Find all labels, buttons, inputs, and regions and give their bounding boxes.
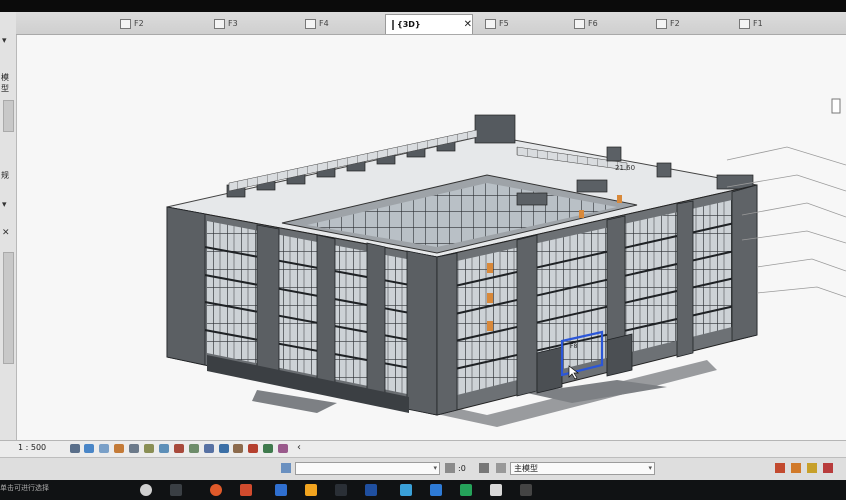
search-icon[interactable] <box>140 484 152 496</box>
monitor-bezel <box>0 0 846 12</box>
select-links-icon[interactable] <box>775 463 785 473</box>
panel-label-rule: 规 <box>1 171 9 180</box>
tab-label: {3D} <box>397 20 421 29</box>
model-label: 主模型 <box>514 464 538 473</box>
app-icon[interactable] <box>520 484 532 496</box>
collapse-chevron-icon[interactable]: ‹ <box>297 442 301 453</box>
close-tab-icon[interactable]: ✕ <box>464 19 472 30</box>
tab-label: F1 <box>753 19 763 28</box>
app-icon[interactable] <box>335 484 347 496</box>
task-view-icon[interactable] <box>170 484 182 496</box>
status-hint: 单击可进行选择 <box>0 484 49 492</box>
building-3d-model[interactable]: 21.60 F8 <box>17 35 846 440</box>
analytical-icon[interactable] <box>248 444 258 453</box>
shadow-icon[interactable] <box>114 444 124 453</box>
select-face-icon[interactable] <box>823 463 833 473</box>
app-screen: ▾ 模型 规 ▾ ✕ F2 F3 F4 {3D} ✕ F5 F6 F2 F1 2… <box>0 0 846 500</box>
select-pinned-icon[interactable] <box>807 463 817 473</box>
app-icon[interactable] <box>240 484 252 496</box>
folder-icon[interactable] <box>305 484 317 496</box>
tab-3d[interactable]: {3D} ✕ <box>385 14 473 34</box>
tab-label: F5 <box>499 19 509 28</box>
tab-view-icon <box>214 18 225 29</box>
filter-icon[interactable] <box>445 463 455 473</box>
app-icon[interactable] <box>275 484 287 496</box>
tab-view-icon <box>739 18 750 29</box>
detail-level-icon[interactable] <box>70 444 80 453</box>
view-tab-bar: F2 F3 F4 {3D} ✕ F5 F6 F2 F1 <box>16 12 846 35</box>
app-icon[interactable] <box>460 484 472 496</box>
tab-view-icon <box>485 18 496 29</box>
render-icon[interactable] <box>129 444 139 453</box>
app-icon[interactable] <box>400 484 412 496</box>
show-crop-icon[interactable] <box>159 444 169 453</box>
tab-f2[interactable]: F2 <box>114 15 194 32</box>
tab-f2-b[interactable]: F2 <box>650 15 730 32</box>
tab-view-icon <box>120 18 131 29</box>
tab-label: F2 <box>134 19 144 28</box>
unlock-icon[interactable] <box>174 444 184 453</box>
tab-view-icon <box>574 18 585 29</box>
view-scale[interactable]: 1 : 500 <box>18 443 46 452</box>
location-icon[interactable] <box>219 444 229 453</box>
exclusion-icon[interactable] <box>496 463 506 473</box>
temp-hide-icon[interactable] <box>189 444 199 453</box>
tab-view-icon <box>656 18 667 29</box>
tab-label: F2 <box>670 19 680 28</box>
chrome-icon[interactable] <box>210 484 222 496</box>
crop-icon[interactable] <box>144 444 154 453</box>
app-icon[interactable] <box>365 484 377 496</box>
panel-scrollbar-2[interactable] <box>3 252 14 364</box>
panel-scrollbar[interactable] <box>3 100 14 132</box>
properties-palette-edge: ▾ 模型 规 ▾ ✕ <box>0 12 17 440</box>
highlight-icon[interactable] <box>263 444 273 453</box>
panel-arrow[interactable]: ▾ <box>2 36 7 46</box>
tab-f1[interactable]: F1 <box>733 15 813 32</box>
tab-f5[interactable]: F5 <box>479 15 559 32</box>
app-icon[interactable] <box>490 484 502 496</box>
worksharing-icon[interactable] <box>233 444 243 453</box>
worksets-icon[interactable] <box>281 463 291 473</box>
panel-arrow-2[interactable]: ▾ <box>2 200 7 210</box>
tab-label: F3 <box>228 19 238 28</box>
revit-icon[interactable] <box>430 484 442 496</box>
selection-combo[interactable]: ▾ <box>295 462 440 475</box>
chevron-down-icon: ▾ <box>648 464 652 472</box>
panel-close-icon[interactable]: ✕ <box>2 228 10 238</box>
view-control-bar: 1 : 500 ‹ <box>0 440 846 457</box>
sun-path-icon[interactable] <box>99 444 109 453</box>
tab-f6[interactable]: F6 <box>568 15 648 32</box>
select-underlay-icon[interactable] <box>791 463 801 473</box>
chevron-down-icon: ▾ <box>433 464 437 472</box>
reveal-icon[interactable] <box>204 444 214 453</box>
element-tag: F8 <box>570 343 577 350</box>
visual-style-icon[interactable] <box>84 444 94 453</box>
os-taskbar: 单击可进行选择 <box>0 480 846 500</box>
tab-f3[interactable]: F3 <box>208 15 288 32</box>
status-bar: ▾ :0 主模型 ▾ <box>0 457 846 480</box>
constraints-icon[interactable] <box>278 444 288 453</box>
filter-count: :0 <box>458 464 466 473</box>
roof-annotation: 21.60 <box>615 164 635 172</box>
design-options-icon[interactable] <box>479 463 489 473</box>
tab-f4[interactable]: F4 <box>299 15 379 32</box>
panel-label-model: 模型 <box>1 73 9 93</box>
tab-label: F6 <box>588 19 598 28</box>
tab-label: F4 <box>319 19 329 28</box>
tab-view-icon <box>305 18 316 29</box>
3d-view-canvas[interactable]: 21.60 F8 <box>17 35 846 440</box>
model-combo[interactable]: 主模型 ▾ <box>510 462 655 475</box>
cube-3d-icon <box>392 19 394 30</box>
view-cube-handle[interactable] <box>831 98 841 114</box>
